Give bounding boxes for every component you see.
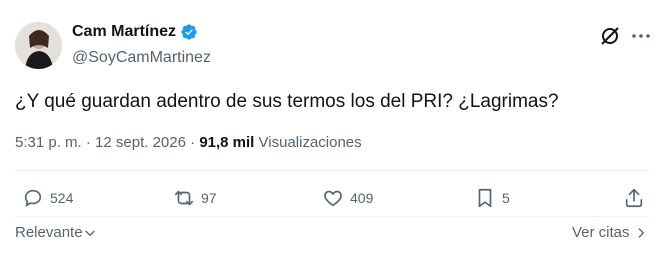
more-options-icon[interactable] <box>629 24 653 48</box>
action-bar: 524 97 409 5 <box>0 182 666 214</box>
views-count: 91,8 mil <box>199 134 255 151</box>
like-count: 409 <box>350 190 374 206</box>
grok-icon[interactable] <box>598 24 622 48</box>
author-handle[interactable]: @SoyCamMartinez <box>72 49 211 67</box>
tweet-time[interactable]: 5:31 p. m. <box>15 134 82 151</box>
repost-button[interactable]: 97 <box>173 182 217 214</box>
reply-button[interactable]: 524 <box>22 182 73 214</box>
views-label: Visualizaciones <box>258 134 362 151</box>
view-quotes-label: Ver citas <box>572 224 630 241</box>
like-button[interactable]: 409 <box>322 182 373 214</box>
sort-label: Relevante <box>15 224 83 241</box>
meta-separator-2: · <box>190 134 196 151</box>
bookmark-count: 5 <box>502 190 510 206</box>
author-name[interactable]: Cam Martínez <box>72 23 176 41</box>
chevron-right-icon <box>638 227 644 238</box>
share-button[interactable] <box>623 182 645 214</box>
view-quotes-link[interactable]: Ver citas <box>572 224 648 241</box>
verified-badge-icon <box>180 23 198 41</box>
reply-icon <box>24 189 42 208</box>
sort-dropdown[interactable]: Relevante <box>15 224 97 241</box>
divider-bottom <box>15 216 651 217</box>
share-icon <box>625 188 643 208</box>
repost-icon <box>174 190 194 206</box>
tweet-meta: 5:31 p. m. · 12 sept. 2026 · 91,8 mil Vi… <box>15 134 362 151</box>
divider-top <box>15 170 651 171</box>
meta-separator: · <box>85 134 91 151</box>
tweet-text: ¿Y qué guardan adentro de sus termos los… <box>15 91 559 112</box>
repost-count: 97 <box>201 190 217 206</box>
chevron-down-icon <box>84 230 95 236</box>
heart-icon <box>324 190 342 207</box>
tweet-date[interactable]: 12 sept. 2026 <box>95 134 186 151</box>
reply-count: 524 <box>50 190 74 206</box>
author-name-row[interactable]: Cam Martínez <box>72 23 198 41</box>
avatar[interactable] <box>15 22 62 69</box>
bookmark-button[interactable]: 5 <box>474 182 510 214</box>
bookmark-icon <box>478 188 492 208</box>
